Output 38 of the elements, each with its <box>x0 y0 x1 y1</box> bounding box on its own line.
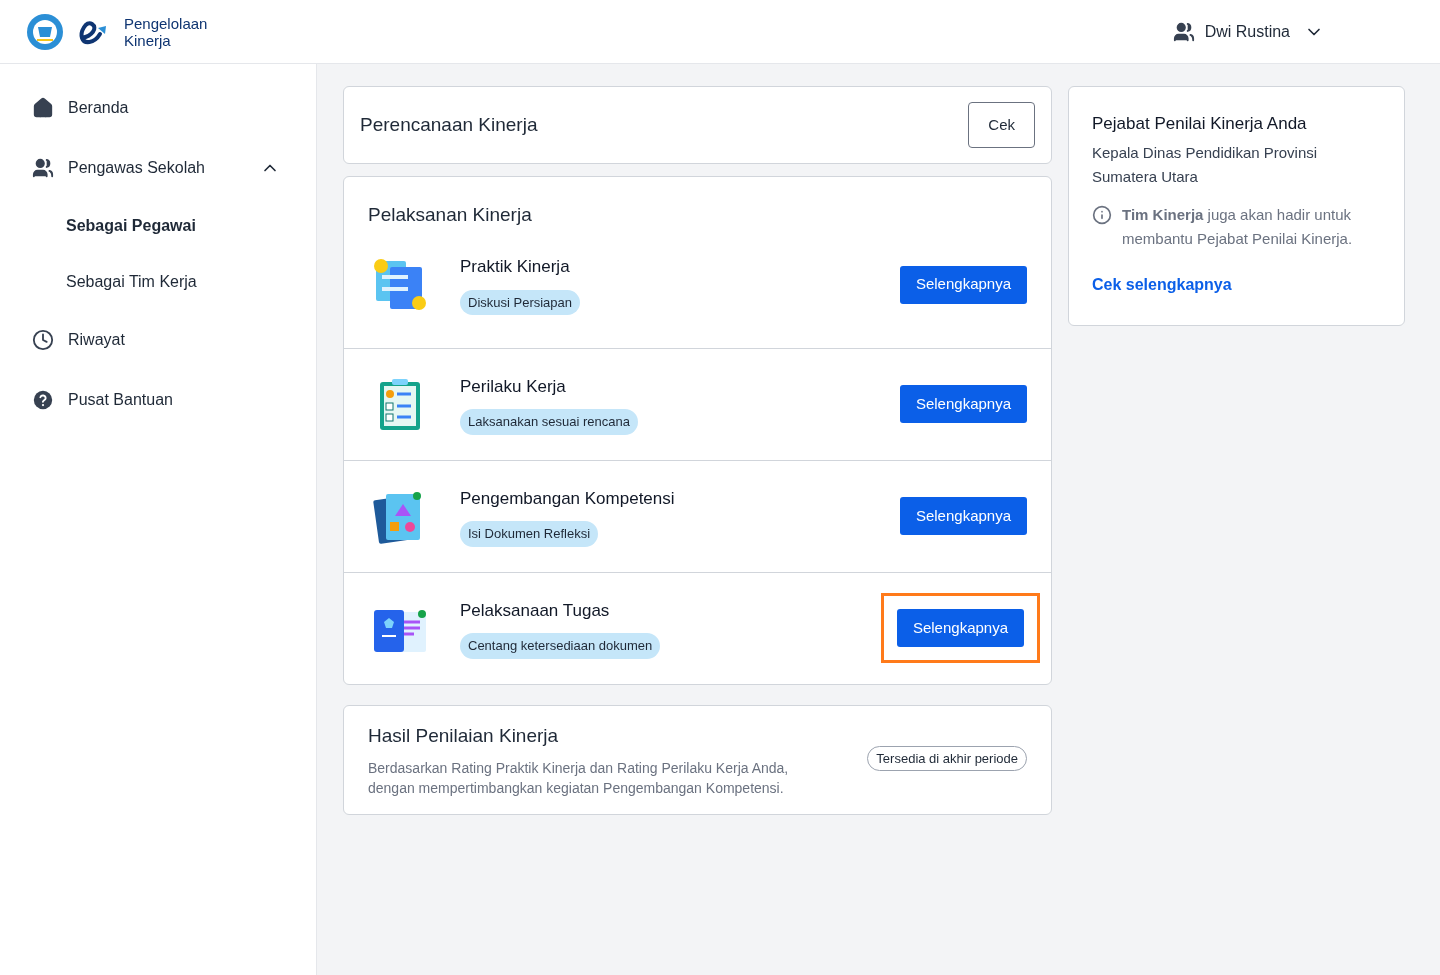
assessor-name: Kepala Dinas Pendidikan Provinsi Sumatera Utara <box>1092 142 1319 187</box>
user-menu[interactable]: Dwi Rustina <box>1172 19 1324 44</box>
clock-icon <box>32 329 54 351</box>
info-icon <box>1092 204 1112 225</box>
home-icon <box>32 97 54 119</box>
logo-text: Kinerja <box>124 31 171 49</box>
item-title: Perilaku Kerja <box>460 375 566 398</box>
details-button[interactable]: Selengkapnya <box>899 385 1027 423</box>
item-title: Pelaksanaan Tugas <box>460 599 610 622</box>
sidebar-item[interactable]: Beranda <box>0 78 316 138</box>
details-button[interactable]: Selengkapnya <box>899 265 1027 304</box>
documents-exchange-icon <box>372 256 428 313</box>
sidebar-item[interactable]: Pusat Bantuan <box>0 370 316 430</box>
info-note: Tim Kinerja juga akan hadir untuk membantu Pejabat Penilai Kinerja. <box>1122 204 1354 249</box>
card-title: Pelaksanan Kinerja <box>367 203 533 227</box>
card-title: Pejabat Penilai Kinerja Anda <box>1092 113 1308 135</box>
item-title: Pengembangan Kompetensi <box>460 487 675 510</box>
user-icon <box>1172 20 1195 43</box>
status-badge: Laksanakan sesuai rencana <box>460 409 638 435</box>
more-link[interactable]: Cek selengkapnya <box>1092 272 1381 297</box>
card-description: Berdasarkan Rating Praktik Kinerja dan Rating Perilaku Kerja Anda, dengan mempertimbangkan kegiatan Pengembangan Kompetensi. <box>368 759 790 798</box>
logo-text: Pengelolaan <box>124 14 208 32</box>
sidebar-item[interactable]: Pengawas Sekolah <box>0 138 316 198</box>
help-icon <box>32 389 54 411</box>
status-badge: Isi Dokumen Refleksi <box>460 521 599 547</box>
card-title: Perencanaan Kinerja <box>360 112 539 137</box>
check-button[interactable]: Cek <box>968 102 1035 148</box>
details-button[interactable]: Selengkapnya <box>899 497 1027 535</box>
emblem-logo-icon <box>26 12 64 51</box>
sidebar-subitem[interactable]: Sebagai Tim Kerja <box>0 254 316 310</box>
users-icon <box>32 157 54 179</box>
sidebar-item[interactable]: Riwayat <box>0 310 316 370</box>
status-badge: Centang ketersediaan dokumen <box>460 633 661 659</box>
item-title: Praktik Kinerja <box>460 256 570 278</box>
status-badge: Diskusi Persiapan <box>460 289 581 315</box>
details-button[interactable]: Selengkapnya <box>896 609 1024 647</box>
sidebar-subitem[interactable]: Sebagai Pegawai <box>0 198 316 254</box>
card-title: Hasil Penilaian Kinerja <box>368 723 560 748</box>
